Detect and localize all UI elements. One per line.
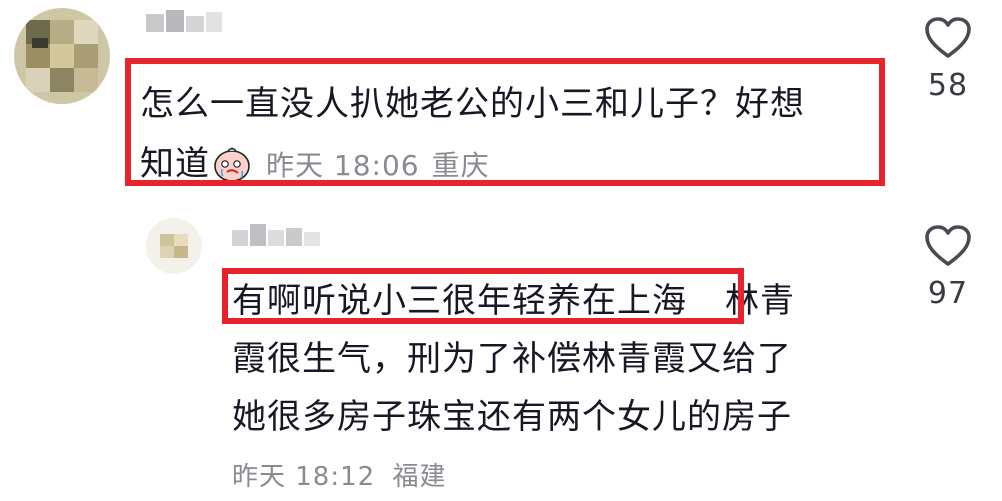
reply-location: 福建 (392, 462, 447, 492)
reply-meta: 昨天 18:12 福建 (232, 456, 446, 493)
reply-text-line3: 她很多房子珠宝还有两个女儿的房子 (232, 397, 792, 437)
highlight-box (125, 58, 885, 186)
avatar[interactable] (146, 218, 202, 274)
like-button[interactable]: 58 (920, 16, 976, 103)
like-count: 58 (927, 68, 969, 103)
like-button[interactable]: 97 (920, 224, 976, 311)
highlight-box (222, 268, 744, 324)
like-count: 97 (927, 276, 969, 311)
heart-outline-icon (925, 225, 971, 266)
username-blurred[interactable] (146, 10, 224, 36)
reply-time: 昨天 18:12 (232, 462, 376, 492)
heart-outline-icon (925, 17, 971, 58)
avatar[interactable] (14, 8, 110, 104)
username-blurred[interactable] (232, 224, 322, 246)
reply-text-line2: 霞很生气，刑为了补偿林青霞又给了 (232, 339, 792, 379)
